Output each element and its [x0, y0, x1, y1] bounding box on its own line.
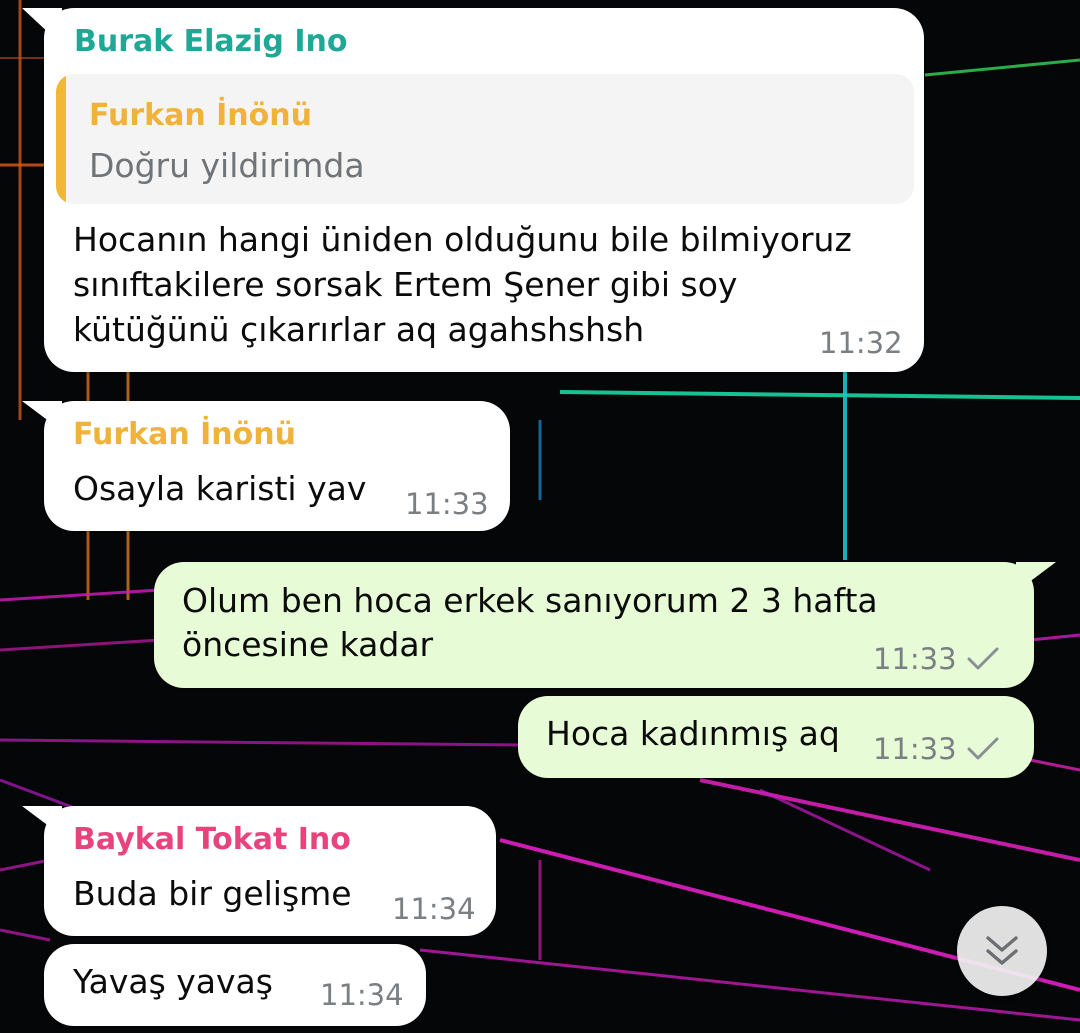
message-text-line: sınıftakilere sorsak Ertem Şener gibi so… — [73, 265, 738, 304]
message-timestamp: 11:33 — [405, 487, 489, 521]
message-timestamp: 11:32 — [819, 326, 903, 360]
reply-quote[interactable]: Furkan İnönü Doğru yildirimda — [56, 74, 914, 204]
message-bubble-incoming[interactable]: Baykal Tokat Ino Buda bir gelişme 11:34 — [22, 806, 496, 936]
single-check-icon — [967, 737, 999, 760]
message-text-line: Yavaş yavaş — [73, 962, 273, 1001]
message-bubble-incoming[interactable]: Burak Elazig Ino Furkan İnönü Doğru yild… — [22, 8, 924, 372]
reply-quote-text: Doğru yildirimda — [89, 146, 365, 185]
single-check-icon — [967, 647, 999, 670]
message-text-line: Hocanın hangi üniden olduğunu bile bilmi… — [73, 220, 852, 259]
reply-quote-sender: Furkan İnönü — [89, 98, 312, 133]
message-bubble-outgoing[interactable]: Olum ben hoca erkek sanıyorum 2 3 hafta … — [154, 562, 1056, 688]
message-bubble-outgoing[interactable]: Hoca kadınmış aq 11:33 — [518, 696, 1034, 778]
bubble-tail — [22, 806, 62, 836]
bubble-tail — [22, 8, 62, 38]
message-bubble-incoming[interactable]: Yavaş yavaş 11:34 — [44, 944, 426, 1026]
message-text-line: öncesine kadar — [182, 625, 434, 664]
chat-message-list[interactable]: Burak Elazig Ino Furkan İnönü Doğru yild… — [0, 0, 1080, 1033]
bubble-tail — [1016, 562, 1056, 592]
message-sender-name[interactable]: Baykal Tokat Ino — [73, 822, 351, 858]
message-text-line: kütüğünü çıkarırlar aq agahshshsh — [73, 310, 645, 349]
message-timestamp: 11:33 — [873, 732, 957, 766]
message-text-line: Osayla karisti yav — [73, 469, 367, 508]
message-sender-name[interactable]: Furkan İnönü — [73, 417, 296, 453]
message-sender-name[interactable]: Burak Elazig Ino — [74, 24, 347, 60]
scroll-to-bottom-button[interactable] — [957, 906, 1047, 996]
message-timestamp: 11:34 — [392, 892, 476, 926]
message-text-line: Buda bir gelişme — [73, 874, 352, 913]
message-text-line: Olum ben hoca erkek sanıyorum 2 3 hafta — [182, 581, 878, 620]
message-bubble-incoming[interactable]: Furkan İnönü Osayla karisti yav 11:33 — [22, 401, 510, 531]
message-timestamp: 11:33 — [873, 642, 957, 676]
message-timestamp: 11:34 — [320, 978, 404, 1012]
reply-quote-bar — [56, 74, 66, 204]
bubble-tail — [22, 401, 62, 431]
double-chevron-down-icon — [986, 936, 1018, 965]
message-text-line: Hoca kadınmış aq — [546, 714, 840, 753]
